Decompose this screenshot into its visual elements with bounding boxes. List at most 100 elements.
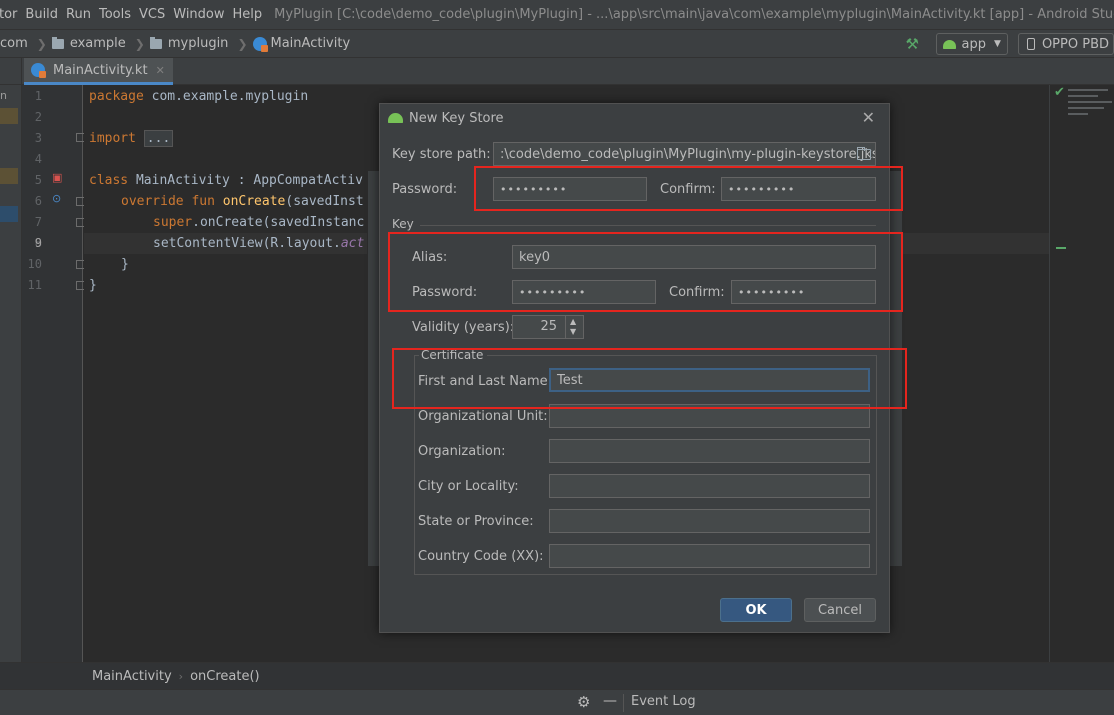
event-log-button[interactable]: Event Log: [631, 694, 696, 709]
folder-icon: [51, 36, 64, 49]
organization-field[interactable]: [549, 439, 870, 463]
line-number: 10: [27, 257, 42, 271]
key-store-path-label: Key store path:: [392, 147, 491, 162]
line-number: 6: [34, 194, 42, 208]
validity-value: 25: [540, 319, 557, 334]
run-configuration-select[interactable]: app ▼: [935, 33, 1008, 55]
editor-gutter: 1 2 3 4 5 6 7 8 9 10 11 ▣ ⊙: [22, 85, 85, 662]
ok-button[interactable]: OK: [720, 598, 792, 622]
folder-icon: [149, 36, 162, 49]
nav-crumb-com[interactable]: com: [0, 36, 28, 51]
highlight-box-key-fields: [388, 232, 903, 312]
close-icon[interactable]: ✕: [862, 108, 875, 127]
hammer-icon[interactable]: ⚒: [906, 36, 922, 52]
highlight-box-keystore-password: [474, 166, 903, 211]
validity-spinner[interactable]: 25 ▲ ▼: [512, 315, 584, 339]
folder-browse-icon[interactable]: [857, 147, 871, 160]
gear-icon[interactable]: ⚙: [577, 693, 590, 711]
side-panel-label[interactable]: n: [0, 89, 7, 102]
spinner-up-icon[interactable]: ▲: [570, 317, 576, 326]
key-section-divider: [420, 225, 876, 226]
breadcrumb-class[interactable]: MainActivity: [92, 669, 172, 684]
tab-label: MainActivity.kt: [53, 62, 148, 78]
cancel-button-label: Cancel: [817, 602, 863, 618]
nav-crumb-label: example: [69, 36, 126, 51]
close-icon[interactable]: ✕: [156, 64, 165, 77]
menu-item-window[interactable]: Window: [173, 7, 232, 22]
spinner-buttons: ▲ ▼: [565, 316, 583, 338]
override-gutter-icon[interactable]: ⊙: [52, 192, 61, 205]
ok-button-label: OK: [745, 602, 767, 618]
menu-item-vcs[interactable]: VCS: [139, 7, 173, 22]
key-store-path-field[interactable]: :\code\demo_code\plugin\MyPlugin\my-plug…: [493, 142, 876, 166]
nav-crumb-mainactivity[interactable]: MainActivity: [252, 36, 350, 52]
chevron-right-icon: ❯: [134, 36, 145, 51]
menu-item-build[interactable]: Build: [25, 7, 66, 22]
line-number: 9: [34, 236, 42, 250]
highlight-box-certificate-name: [392, 348, 907, 409]
minimap-line: [1068, 113, 1088, 115]
menu-item-editor[interactable]: tor: [0, 7, 25, 22]
line-number: 11: [27, 278, 42, 292]
key-store-path-value: :\code\demo_code\plugin\MyPlugin\my-plug…: [500, 146, 876, 162]
chevron-down-icon: ▼: [994, 39, 1001, 49]
state-label: State or Province:: [418, 514, 534, 529]
device-label: OPPO PBD: [1041, 36, 1109, 52]
code-breadcrumb-bar: MainActivity › onCreate(): [0, 662, 1114, 689]
code-line-11: }: [89, 278, 97, 293]
status-divider: [623, 694, 624, 712]
code-line-8: super.onCreate(savedInstanc: [153, 215, 365, 230]
cancel-button[interactable]: Cancel: [804, 598, 876, 622]
minimap-line: [1068, 89, 1108, 91]
country-code-field[interactable]: [549, 544, 870, 568]
navigation-bar: com ❯ example ❯ myplugin ❯ MainActivity …: [0, 29, 1114, 57]
line-number: 1: [34, 89, 42, 103]
menu-item-help[interactable]: Help: [233, 7, 271, 22]
checkmark-icon: ✔: [1054, 85, 1065, 100]
code-line-7: override fun onCreate(savedInst: [121, 194, 364, 209]
code-line-9: setContentView(R.layout.act: [153, 236, 365, 251]
tab-mainactivity-kt[interactable]: MainActivity.kt ✕: [24, 58, 173, 85]
state-field[interactable]: [549, 509, 870, 533]
menu-item-tools[interactable]: Tools: [99, 7, 139, 22]
editor-tab-bar: MainActivity.kt ✕: [0, 57, 1114, 85]
organization-label: Organization:: [418, 444, 506, 459]
minimize-icon[interactable]: —: [603, 693, 617, 709]
chevron-right-icon: ›: [178, 669, 184, 683]
nav-crumb-label: com: [0, 36, 28, 51]
chevron-right-icon: ❯: [237, 36, 248, 51]
menu-bar: tor Build Run Tools VCS Window Help MyPl…: [0, 0, 1114, 29]
nav-crumb-myplugin[interactable]: myplugin: [149, 36, 229, 51]
breadcrumb-method[interactable]: onCreate(): [190, 669, 260, 684]
line-number: 7: [34, 215, 42, 229]
left-tool-strip: n: [0, 85, 22, 662]
device-select[interactable]: OPPO PBD: [1017, 33, 1114, 55]
minimap-line: [1068, 95, 1098, 97]
dialog-title-bar: New Key Store: [380, 104, 889, 132]
country-code-label: Country Code (XX):: [418, 549, 544, 564]
key-section-title: Key: [392, 217, 418, 231]
spinner-down-icon[interactable]: ▼: [570, 327, 576, 336]
collapsed-imports[interactable]: ...: [143, 130, 174, 147]
run-gutter-icon[interactable]: ▣: [52, 171, 62, 184]
city-label: City or Locality:: [418, 479, 519, 494]
menu-item-run[interactable]: Run: [66, 7, 99, 22]
nav-crumb-label: myplugin: [167, 36, 229, 51]
kotlin-file-icon: [31, 63, 46, 78]
phone-icon: [1026, 38, 1035, 50]
minimap-line: [1068, 107, 1104, 109]
strip-marker: [0, 206, 18, 222]
validity-label: Validity (years):: [412, 320, 515, 335]
city-field[interactable]: [549, 474, 870, 498]
dialog-title: New Key Store: [409, 110, 504, 126]
line-number: 5: [34, 173, 42, 187]
line-number: 2: [34, 110, 42, 124]
code-line-6: class MainActivity : AppCompatActiv: [89, 173, 363, 188]
run-configuration-label: app: [961, 36, 987, 52]
line-number: 3: [34, 131, 42, 145]
right-scroll-strip[interactable]: ✔: [1049, 85, 1114, 662]
line-number: 4: [34, 152, 42, 166]
code-line-10: }: [121, 257, 129, 272]
nav-crumb-example[interactable]: example: [51, 36, 126, 51]
minimap-line: [1068, 101, 1112, 103]
